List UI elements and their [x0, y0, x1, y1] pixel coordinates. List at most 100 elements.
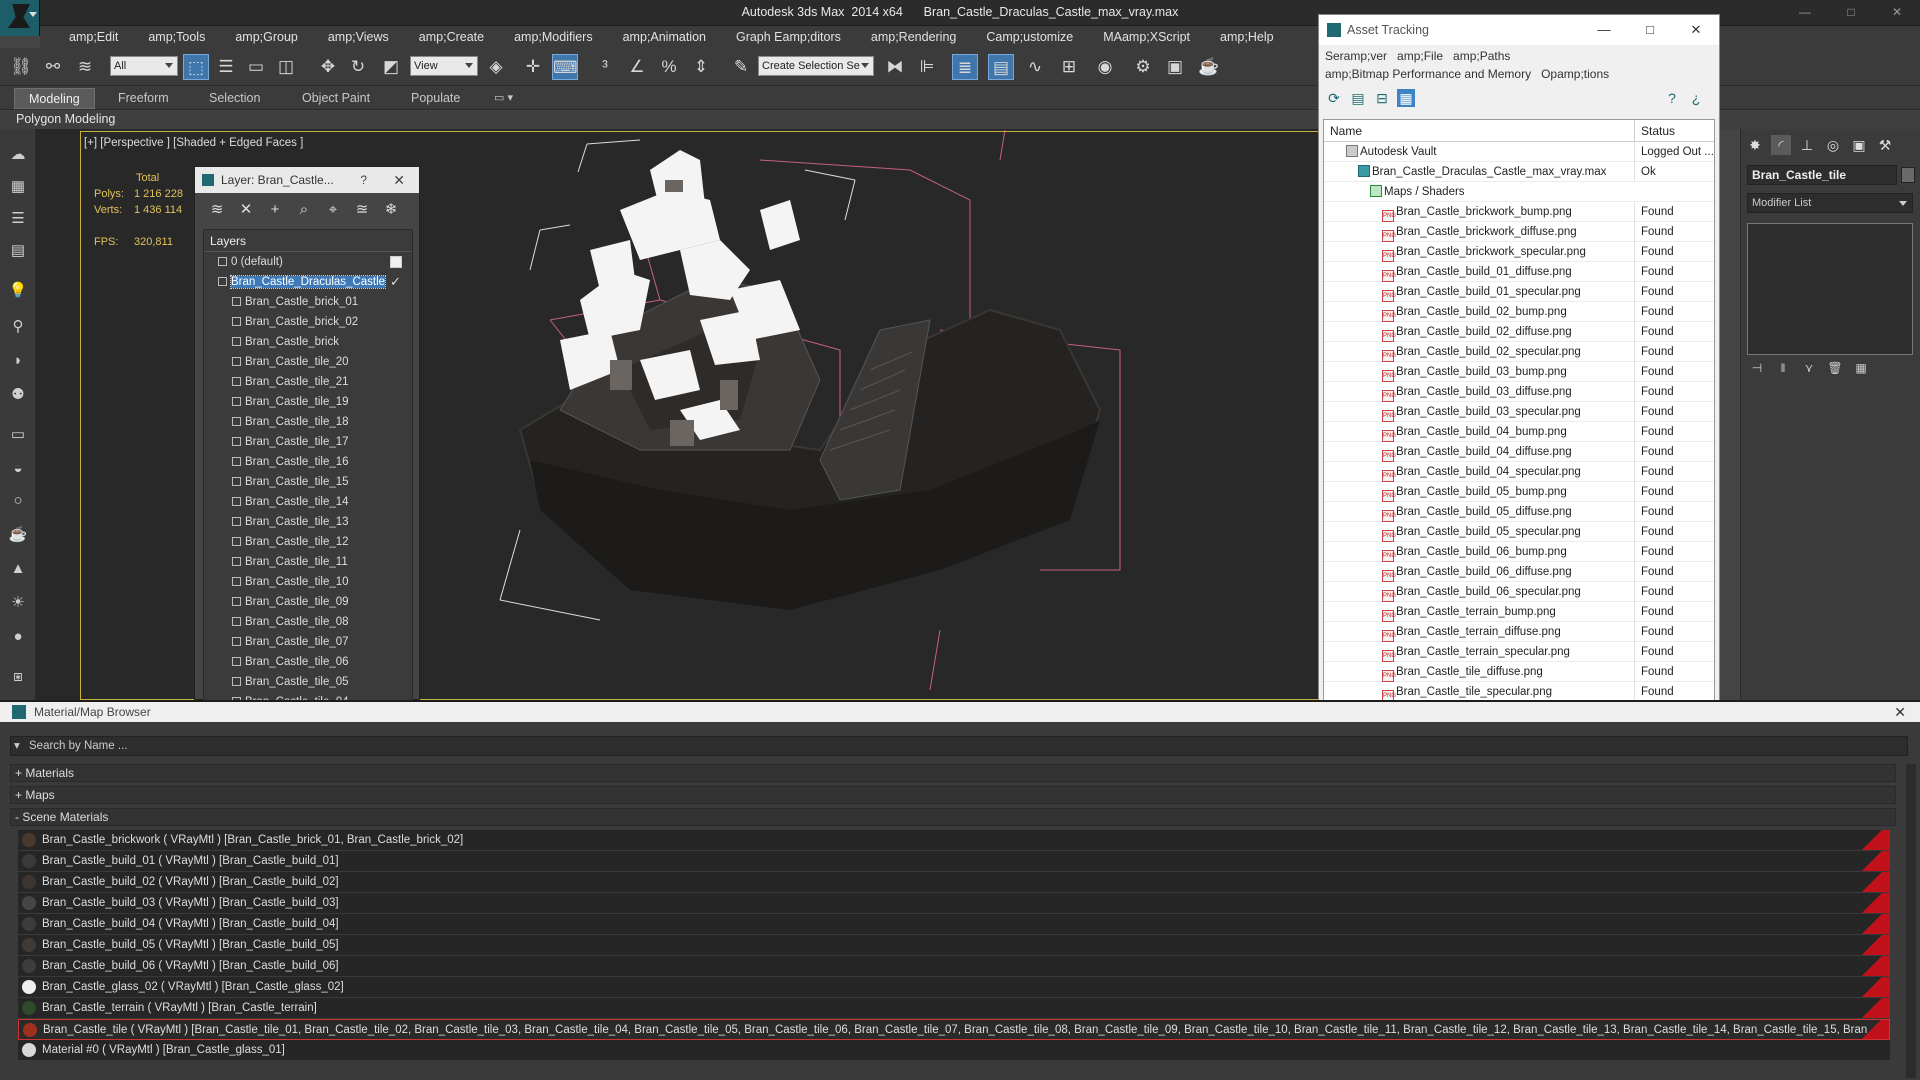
- layer-row[interactable]: Bran_Castle_tile_21: [204, 372, 412, 392]
- object-name-field[interactable]: Bran_Castle_tile: [1747, 165, 1897, 185]
- asset-row[interactable]: Bran_Castle_Draculas_Castle_max_vray.max…: [1324, 162, 1714, 182]
- window-crossing-icon[interactable]: ◫: [273, 54, 299, 80]
- sphere-icon[interactable]: ○: [8, 491, 28, 511]
- render-production-icon[interactable]: ☕: [1196, 54, 1222, 80]
- grid-icon[interactable]: ⧆: [8, 667, 28, 687]
- asset-row[interactable]: PNGBran_Castle_build_05_bump.png Found: [1324, 482, 1714, 502]
- menu-item[interactable]: amp;Edit: [54, 26, 133, 48]
- lightbulb-icon[interactable]: 💡: [8, 281, 28, 301]
- modifier-list-dropdown[interactable]: Modifier List: [1747, 193, 1913, 213]
- asset-row[interactable]: PNGBran_Castle_build_05_diffuse.png Found: [1324, 502, 1714, 522]
- help-icon[interactable]: ?: [1663, 89, 1681, 107]
- select-by-name-icon[interactable]: ☰: [213, 54, 239, 80]
- angle-snap-icon[interactable]: ∠: [624, 54, 650, 80]
- polygon-modeling-label[interactable]: Polygon Modeling: [16, 112, 115, 126]
- layer-row[interactable]: Bran_Castle_tile_15: [204, 472, 412, 492]
- pivot-center-icon[interactable]: ◈: [483, 54, 509, 80]
- asset-row[interactable]: PNGBran_Castle_build_04_diffuse.png Found: [1324, 442, 1714, 462]
- dummy-icon[interactable]: ⚉: [8, 385, 28, 405]
- layer-row[interactable]: Bran_Castle_brick_02: [204, 312, 412, 332]
- hide-layers-icon[interactable]: ≊: [352, 200, 372, 220]
- menu-item[interactable]: amp;Group: [220, 26, 313, 48]
- menu-file[interactable]: amp;File: [1397, 49, 1443, 63]
- move-icon[interactable]: ✥: [315, 54, 341, 80]
- layer-row[interactable]: Bran_Castle_tile_06: [204, 652, 412, 672]
- asset-row[interactable]: PNGBran_Castle_build_06_diffuse.png Found: [1324, 562, 1714, 582]
- asset-row[interactable]: PNGBran_Castle_terrain_diffuse.png Found: [1324, 622, 1714, 642]
- utilities-tab-icon[interactable]: ⚒: [1875, 135, 1895, 155]
- asset-row[interactable]: PNGBran_Castle_build_02_diffuse.png Found: [1324, 322, 1714, 342]
- menu-item[interactable]: MAamp;XScript: [1088, 26, 1205, 48]
- hierarchy-tab-icon[interactable]: ⊥: [1797, 135, 1817, 155]
- name-column-header[interactable]: Name: [1330, 124, 1362, 138]
- close-button[interactable]: ✕: [1673, 15, 1719, 45]
- layer-row[interactable]: Bran_Castle_tile_16: [204, 452, 412, 472]
- remove-modifier-icon[interactable]: 🗑: [1827, 361, 1843, 377]
- menu-item[interactable]: amp;Rendering: [856, 26, 971, 48]
- layer-window-titlebar[interactable]: Layer: Bran_Castle...? ✕: [195, 167, 419, 193]
- active-layer-check-icon[interactable]: ✓: [390, 272, 401, 292]
- asset-row[interactable]: Autodesk Vault Logged Out ...: [1324, 142, 1714, 162]
- maps-section-header[interactable]: + Maps: [10, 786, 1896, 804]
- asset-row[interactable]: PNGBran_Castle_build_03_bump.png Found: [1324, 362, 1714, 382]
- snaps-toggle-icon[interactable]: ³: [592, 54, 618, 80]
- asset-row[interactable]: PNGBran_Castle_brickwork_diffuse.png Foun…: [1324, 222, 1714, 242]
- unlink-icon[interactable]: ⚯: [40, 54, 66, 80]
- table-view-icon[interactable]: ▦: [1397, 89, 1415, 107]
- menu-bitmap-performance[interactable]: amp;Bitmap Performance and Memory: [1325, 67, 1531, 81]
- schematic-view-icon[interactable]: ⊞: [1056, 54, 1082, 80]
- menu-item[interactable]: amp;Tools: [133, 26, 220, 48]
- named-selection-sets-dropdown[interactable]: Create Selection Se: [758, 56, 874, 76]
- layer-row[interactable]: Bran_Castle_Draculas_Castle ✓: [204, 272, 412, 292]
- tab-modeling[interactable]: Modeling: [14, 88, 95, 109]
- menu-item[interactable]: amp;Modifiers: [499, 26, 608, 48]
- select-objects-icon[interactable]: ⌖: [323, 200, 343, 220]
- scene-material-row[interactable]: Bran_Castle_build_06 ( VRayMtl ) [Bran_C…: [18, 956, 1890, 977]
- scene-material-row[interactable]: Bran_Castle_build_03 ( VRayMtl ) [Bran_C…: [18, 893, 1890, 914]
- scene-materials-section-header[interactable]: - Scene Materials: [10, 808, 1896, 826]
- scene-material-row[interactable]: Bran_Castle_terrain ( VRayMtl ) [Bran_Ca…: [18, 998, 1890, 1019]
- make-unique-icon[interactable]: ⋎: [1801, 361, 1817, 377]
- scene-explorer-icon[interactable]: ☁: [8, 145, 28, 165]
- layer-row[interactable]: Bran_Castle_tile_09: [204, 592, 412, 612]
- viewport-label[interactable]: [+] [Perspective ] [Shaded + Edged Faces…: [84, 137, 303, 149]
- asset-row[interactable]: PNGBran_Castle_build_04_specular.png Foun…: [1324, 462, 1714, 482]
- close-icon[interactable]: ✕: [1894, 702, 1906, 722]
- curve-editor-icon[interactable]: ∿: [1022, 54, 1048, 80]
- modifier-stack[interactable]: [1747, 223, 1913, 355]
- camera-icon[interactable]: ⚲: [8, 317, 28, 337]
- asset-row[interactable]: PNGBran_Castle_build_06_bump.png Found: [1324, 542, 1714, 562]
- layer-row[interactable]: Bran_Castle_tile_17: [204, 432, 412, 452]
- display-tab-icon[interactable]: ▣: [1849, 135, 1869, 155]
- motion-tab-icon[interactable]: ◎: [1823, 135, 1843, 155]
- bind-space-warp-icon[interactable]: ≋: [72, 54, 98, 80]
- align-icon[interactable]: ⊫: [914, 54, 940, 80]
- layer-row[interactable]: Bran_Castle_brick: [204, 332, 412, 352]
- rectangular-selection-icon[interactable]: ▭: [243, 54, 269, 80]
- select-manipulate-icon[interactable]: ✛: [520, 54, 546, 80]
- geosphere-icon[interactable]: ●: [8, 627, 28, 647]
- show-end-result-icon[interactable]: ‖: [1775, 361, 1791, 377]
- configure-sets-icon[interactable]: ▦: [1853, 361, 1869, 377]
- materials-section-header[interactable]: + Materials: [10, 764, 1896, 782]
- layer-row[interactable]: Bran_Castle_tile_20: [204, 352, 412, 372]
- scene-material-row[interactable]: Bran_Castle_brickwork ( VRayMtl ) [Bran_…: [18, 830, 1890, 851]
- delete-icon[interactable]: ✕: [236, 200, 256, 220]
- reference-coordinate-dropdown[interactable]: View: [410, 56, 478, 76]
- refresh-icon[interactable]: ⟳: [1325, 89, 1343, 107]
- asset-row[interactable]: PNGBran_Castle_terrain_bump.png Found: [1324, 602, 1714, 622]
- helper-icon[interactable]: ◗: [8, 351, 28, 371]
- spinner-snap-icon[interactable]: ⇕: [688, 54, 714, 80]
- tab-object-paint[interactable]: Object Paint: [288, 88, 384, 109]
- mirror-icon[interactable]: ⧓: [882, 54, 908, 80]
- menu-options[interactable]: Opamp;tions: [1541, 67, 1609, 81]
- layer-row[interactable]: Bran_Castle_tile_18: [204, 412, 412, 432]
- menu-item[interactable]: amp;Help: [1205, 26, 1289, 48]
- asset-tracking-titlebar[interactable]: Asset Tracking — □ ✕: [1319, 15, 1719, 45]
- vertical-scrollbar[interactable]: [1906, 764, 1916, 1078]
- hierarchy-icon[interactable]: ▤: [8, 241, 28, 261]
- scene-material-row[interactable]: Bran_Castle_build_02 ( VRayMtl ) [Bran_C…: [18, 872, 1890, 893]
- select-object-icon[interactable]: ⬚: [183, 54, 209, 80]
- scene-material-row[interactable]: Material #0 ( VRayMtl ) [Bran_Castle_gla…: [18, 1040, 1890, 1061]
- cone-icon[interactable]: ▲: [8, 559, 28, 579]
